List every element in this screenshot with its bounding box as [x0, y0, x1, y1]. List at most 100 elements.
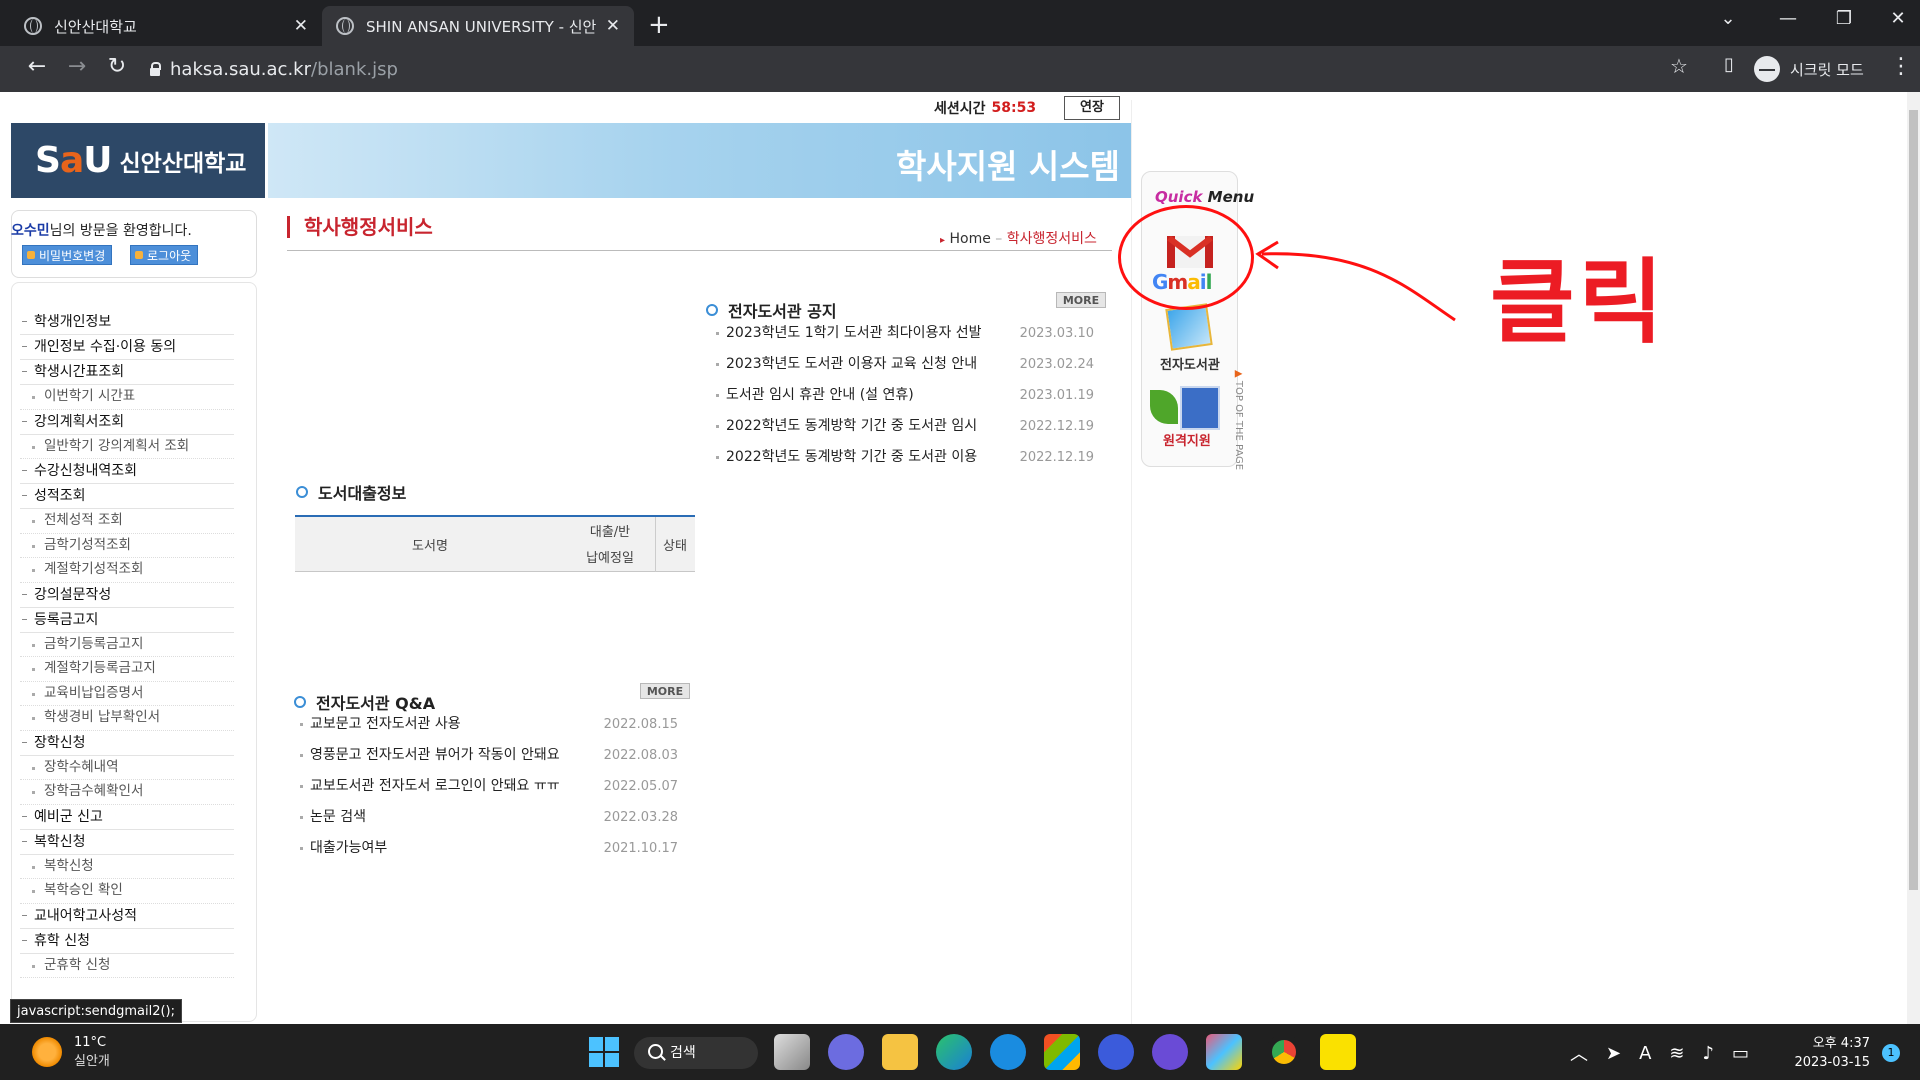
- list-item-title: 교보문고 전자도서관 사용: [310, 716, 461, 732]
- edge-browser-icon[interactable]: [936, 1034, 972, 1070]
- list-item[interactable]: 2023학년도 1학기 도서관 최다이용자 선발 2023.03.10: [712, 318, 1094, 349]
- sidebar-item[interactable]: 개인정보 수집·이용 동의: [20, 335, 234, 360]
- task-view-icon[interactable]: [774, 1034, 810, 1070]
- list-item-title: 영풍문고 전자도서관 뷰어가 작동이 안돼요: [310, 747, 560, 763]
- list-item-title: 2022학년도 동계방학 기간 중 도서관 이용: [726, 449, 978, 464]
- university-logo[interactable]: SaU 신안산대학교: [11, 123, 265, 198]
- kakaotalk-icon[interactable]: [1320, 1034, 1356, 1070]
- taskbar-clock[interactable]: 오후 4:37 2023-03-15: [1790, 1034, 1870, 1072]
- list-item[interactable]: 2022학년도 동계방학 기간 중 도서관 임시 2022.12.19: [712, 411, 1094, 442]
- list-item[interactable]: 영풍문고 전자도서관 뷰어가 작동이 안돼요 2022.08.03: [296, 740, 678, 771]
- sidebar-menu: 학생개인정보 개인정보 수집·이용 동의 학생시간표조회 이번학기 시간표 강의계획서조…: [20, 310, 234, 978]
- library-notice-more-button[interactable]: MORE: [1056, 292, 1106, 308]
- breadcrumb-home[interactable]: Home: [949, 231, 990, 247]
- list-item[interactable]: 도서관 임시 휴관 안내 (설 연휴) 2023.01.19: [712, 380, 1094, 411]
- sidebar-subitem[interactable]: 전체성적 조회: [20, 509, 234, 534]
- minimize-icon[interactable]: —: [1768, 8, 1808, 29]
- volume-icon[interactable]: ♪: [1703, 1043, 1715, 1064]
- restore-icon[interactable]: ❐: [1824, 8, 1864, 29]
- sidebar-item[interactable]: 강의계획서조회: [20, 410, 234, 435]
- sidebar-subitem[interactable]: 장학금수혜확인서: [20, 780, 234, 805]
- chrome-icon[interactable]: [1266, 1034, 1302, 1070]
- sidebar-subitem[interactable]: 복학승인 확인: [20, 879, 234, 904]
- file-explorer-icon[interactable]: [882, 1034, 918, 1070]
- list-item[interactable]: 교보도서관 전자도서 로그인이 안돼요 ㅠㅠ 2022.05.07: [296, 771, 678, 802]
- banner-title: 학사지원 시스템: [895, 147, 1120, 186]
- list-item[interactable]: 교보문고 전자도서관 사용 2022.08.15: [296, 709, 678, 740]
- tab-search-chevron-icon[interactable]: ⌄: [1708, 8, 1748, 29]
- sidebar-item[interactable]: 성적조회: [20, 484, 234, 509]
- sidebar-subitem[interactable]: 학생경비 납부확인서: [20, 706, 234, 731]
- list-item-title: 2023학년도 도서관 이용자 교육 신청 안내: [726, 356, 978, 372]
- sidebar-subitem[interactable]: 금학기성적조회: [20, 534, 234, 558]
- session-timer: 세션시간 58:53: [934, 98, 1036, 118]
- sidebar-subitem[interactable]: 교육비납입증명서: [20, 682, 234, 706]
- top-of-page-link[interactable]: ▲ TOP OF THE PAGE: [1233, 370, 1244, 470]
- weather-sun-icon: [32, 1037, 62, 1067]
- sidebar-subitem[interactable]: 장학수혜내역: [20, 756, 234, 780]
- close-tab-icon[interactable]: ✕: [294, 16, 308, 36]
- remote-support-icon[interactable]: [1150, 386, 1220, 430]
- list-item[interactable]: 2022학년도 동계방학 기간 중 도서관 이용 2022.12.19: [712, 442, 1094, 464]
- e-library-label[interactable]: 전자도서관: [1160, 354, 1220, 373]
- library-qa-more-button[interactable]: MORE: [640, 683, 690, 699]
- list-item-date: 2023.02.24: [1019, 357, 1094, 372]
- change-password-button[interactable]: 비밀번호변경: [22, 245, 113, 265]
- list-item[interactable]: 논문 검색 2022.03.28: [296, 802, 678, 833]
- close-window-icon[interactable]: ✕: [1878, 8, 1918, 29]
- store-icon[interactable]: [1044, 1034, 1080, 1070]
- sidebar-item[interactable]: 학생개인정보: [20, 310, 234, 335]
- sidebar-item[interactable]: 등록금고지: [20, 608, 234, 633]
- sidebar-item[interactable]: 복학신청: [20, 830, 234, 855]
- link-status-tooltip: javascript:sendgmail2();: [10, 999, 183, 1023]
- ime-icon[interactable]: A: [1639, 1043, 1651, 1064]
- close-tab-icon[interactable]: ✕: [606, 16, 620, 36]
- search-app-icon[interactable]: [1098, 1034, 1134, 1070]
- sidebar-subitem[interactable]: 계절학기성적조회: [20, 558, 234, 583]
- incognito-indicator[interactable]: 시크릿 모드: [1754, 54, 1864, 84]
- wifi-icon[interactable]: ≋: [1669, 1043, 1684, 1064]
- back-icon[interactable]: ←: [22, 54, 52, 79]
- reload-icon[interactable]: ↻: [102, 54, 132, 79]
- page-scrollbar[interactable]: [1907, 92, 1920, 1024]
- taskbar-search[interactable]: 검색: [634, 1037, 758, 1069]
- new-tab-icon[interactable]: +: [648, 10, 670, 40]
- address-bar[interactable]: haksa.sau.ac.kr/blank.jsp: [150, 56, 398, 84]
- sidebar-subitem[interactable]: 군휴학 신청: [20, 954, 234, 978]
- sidebar-item[interactable]: 장학신청: [20, 731, 234, 756]
- side-panel-icon[interactable]: ▯: [1714, 54, 1744, 75]
- browser-tab[interactable]: 신안산대학교 ✕: [10, 6, 322, 46]
- sidebar-subitem[interactable]: 금학기등록금고지: [20, 633, 234, 657]
- sidebar-item[interactable]: 강의설문작성: [20, 583, 234, 608]
- battery-icon[interactable]: ▭: [1732, 1043, 1749, 1064]
- teams-chat-icon[interactable]: [828, 1034, 864, 1070]
- paint-icon[interactable]: [1206, 1034, 1242, 1070]
- start-button[interactable]: [586, 1034, 622, 1070]
- bing-icon[interactable]: [990, 1034, 1026, 1070]
- browser-tab-active[interactable]: SHIN ANSAN UNIVERSITY - 신안 ✕: [322, 6, 634, 46]
- forward-icon[interactable]: →: [62, 54, 92, 79]
- sidebar-subitem[interactable]: 일반학기 강의계획서 조회: [20, 435, 234, 459]
- extend-session-button[interactable]: 연장: [1064, 96, 1120, 120]
- more-menu-icon[interactable]: ⋮: [1886, 54, 1916, 79]
- logout-button[interactable]: 로그아웃: [130, 245, 199, 265]
- list-item[interactable]: 대출가능여부 2021.10.17: [296, 833, 678, 855]
- sidebar-subitem[interactable]: 복학신청: [20, 855, 234, 879]
- taskbar-search-label: 검색: [670, 1045, 696, 1061]
- sidebar-item[interactable]: 학생시간표조회: [20, 360, 234, 385]
- sidebar-item[interactable]: 수강신청내역조회: [20, 459, 234, 484]
- bookmark-star-icon[interactable]: ☆: [1664, 54, 1694, 78]
- notification-badge[interactable]: 1: [1882, 1044, 1900, 1062]
- weather-widget[interactable]: 11°C 실안개: [32, 1035, 110, 1069]
- sidebar-item[interactable]: 교내어학고사성적: [20, 904, 234, 929]
- location-icon[interactable]: ➤: [1606, 1043, 1621, 1064]
- sidebar-subitem[interactable]: 이번학기 시간표: [20, 385, 234, 410]
- tray-overflow-icon[interactable]: ︿: [1570, 1040, 1588, 1066]
- sidebar-subitem[interactable]: 계절학기등록금고지: [20, 657, 234, 682]
- sidebar-item[interactable]: 휴학 신청: [20, 929, 234, 954]
- app-circle-icon[interactable]: [1152, 1034, 1188, 1070]
- e-library-icon[interactable]: [1165, 303, 1213, 351]
- sidebar-item[interactable]: 예비군 신고: [20, 805, 234, 830]
- remote-support-label[interactable]: 원격지원: [1163, 430, 1211, 449]
- list-item[interactable]: 2023학년도 도서관 이용자 교육 신청 안내 2023.02.24: [712, 349, 1094, 380]
